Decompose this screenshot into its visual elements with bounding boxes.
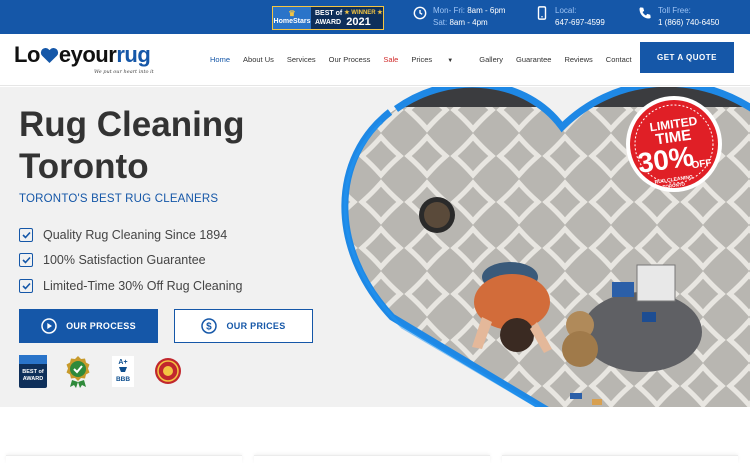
nav-sale[interactable]: Sale <box>383 55 398 64</box>
feature-item: Limited-Time 30% Off Rug Cleaning <box>19 273 242 299</box>
checkbox-icon <box>19 253 33 268</box>
checkbox-icon <box>19 278 33 293</box>
satisfaction-guarantee-icon <box>66 356 90 388</box>
logo-tagline: We put our heart into it <box>94 69 154 75</box>
nav-guarantee[interactable]: Guarantee <box>516 55 551 64</box>
nav-about-us[interactable]: About Us <box>243 55 274 64</box>
best-of-award-badge[interactable]: ♛ HomeStars BEST of AWARD ★ WINNER ★ 202… <box>272 6 384 30</box>
crown-icon: ♛ <box>288 9 296 18</box>
svg-text:$: $ <box>207 322 213 333</box>
bbb-accredited-icon: A+ BBB <box>112 356 134 387</box>
hero-photo-heart: LIMITED TIME 30% OFF RUG CLEANING TORONT… <box>341 87 750 407</box>
business-hours: Mon- Fri: 8am - 6pm Sat: 8am - 4pm <box>413 5 505 29</box>
award-line2: AWARD <box>315 19 342 26</box>
services-section <box>0 407 750 463</box>
nav-prices[interactable]: Prices ▼ <box>411 55 466 64</box>
mobile-phone-icon <box>537 6 547 20</box>
local-phone-number[interactable]: 647-697-4599 <box>555 17 605 29</box>
clock-icon <box>413 6 427 20</box>
main-navigation: Home About Us Services Our Process Sale … <box>210 55 645 64</box>
feature-item: Quality Rug Cleaning Since 1894 <box>19 222 242 248</box>
homestars-logo: ♛ HomeStars <box>273 7 311 29</box>
nav-our-process[interactable]: Our Process <box>329 55 371 64</box>
nav-gallery[interactable]: Gallery <box>479 55 503 64</box>
hero-subtitle: TORONTO'S BEST RUG CLEANERS <box>19 193 219 205</box>
tollfree-phone[interactable]: Toll Free: 1 (866) 740-6450 <box>638 5 719 29</box>
nav-home[interactable]: Home <box>210 55 230 64</box>
service-card[interactable] <box>254 455 490 463</box>
checkbox-icon <box>19 227 33 242</box>
limited-time-promo-badge: LIMITED TIME 30% OFF RUG CLEANING TORONT… <box>626 96 722 192</box>
tollfree-phone-number[interactable]: 1 (866) 740-6450 <box>658 17 719 29</box>
get-a-quote-button[interactable]: GET A QUOTE <box>640 42 734 73</box>
our-prices-button[interactable]: $ OUR PRICES <box>174 309 313 343</box>
phone-icon <box>639 7 651 19</box>
dollar-circle-icon: $ <box>201 318 218 334</box>
feature-list: Quality Rug Cleaning Since 1894 100% Sat… <box>19 222 242 299</box>
nav-contact[interactable]: Contact <box>606 55 632 64</box>
award-line1: BEST of <box>315 10 343 17</box>
caret-down-icon: ▼ <box>447 58 454 64</box>
play-circle-icon <box>41 318 57 334</box>
homestars-award-icon: BEST of AWARD <box>19 355 47 388</box>
svg-text:A+: A+ <box>118 359 127 366</box>
award-year: 2021 <box>346 16 371 28</box>
hero-title: Rug Cleaning Toronto <box>19 105 245 186</box>
site-header: Lo eyourrug We put our heart into it Home… <box>0 34 750 86</box>
heart-icon <box>40 48 59 64</box>
nav-services[interactable]: Services <box>287 55 316 64</box>
top-bar: ♛ HomeStars BEST of AWARD ★ WINNER ★ 202… <box>0 0 750 34</box>
our-process-button[interactable]: OUR PROCESS <box>19 309 158 343</box>
hero-section: Rug Cleaning Toronto TORONTO'S BEST RUG … <box>0 87 750 407</box>
feature-item: 100% Satisfaction Guarantee <box>19 248 242 274</box>
service-card[interactable] <box>6 455 242 463</box>
svg-text:BEST of: BEST of <box>22 369 44 375</box>
since-1894-seal-icon <box>155 358 181 384</box>
svg-text:BBB: BBB <box>116 376 130 383</box>
service-card[interactable] <box>502 455 738 463</box>
trust-badges: BEST of AWARD A+ BBB <box>19 355 199 388</box>
nav-reviews[interactable]: Reviews <box>564 55 592 64</box>
svg-text:AWARD: AWARD <box>23 376 44 382</box>
site-logo[interactable]: Lo eyourrug We put our heart into it <box>14 42 179 82</box>
local-phone[interactable]: Local: 647-697-4599 <box>535 5 605 29</box>
